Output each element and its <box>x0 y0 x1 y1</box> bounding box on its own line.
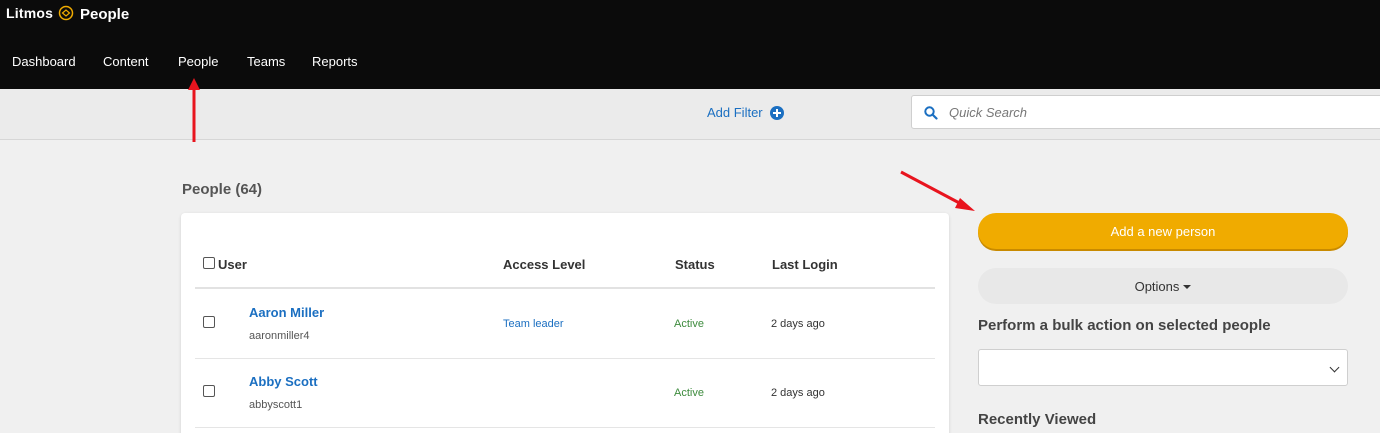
caret-down-icon <box>1183 285 1192 289</box>
brand-name: Litmos <box>6 5 54 21</box>
status-badge: Active <box>674 387 704 399</box>
bulk-action-title: Perform a bulk action on selected people <box>978 317 1271 334</box>
column-header-last-login[interactable]: Last Login <box>772 257 838 272</box>
options-dropdown[interactable]: Options <box>978 268 1348 304</box>
access-level-link[interactable]: Team leader <box>503 318 564 330</box>
header-divider <box>195 287 935 289</box>
litmos-logo-icon <box>58 5 74 21</box>
row-checkbox[interactable] <box>203 316 215 328</box>
filter-bar: Add Filter <box>0 89 1380 140</box>
row-checkbox[interactable] <box>203 385 215 397</box>
user-username: aaronmiller4 <box>249 330 310 342</box>
last-login: 2 days ago <box>771 318 825 330</box>
add-new-person-button[interactable]: Add a new person <box>978 213 1348 249</box>
nav-item-dashboard[interactable]: Dashboard <box>12 54 76 69</box>
row-divider <box>195 358 935 359</box>
user-username: abbyscott1 <box>249 399 303 411</box>
status-badge: Active <box>674 318 704 330</box>
quick-search <box>911 95 1380 129</box>
search-input[interactable] <box>949 96 1369 128</box>
page-title: People (64) <box>182 181 263 198</box>
nav-item-teams[interactable]: Teams <box>247 54 285 69</box>
options-label: Options <box>1134 278 1180 294</box>
add-filter-button[interactable]: Add Filter <box>707 105 784 120</box>
app-title: People <box>80 6 130 23</box>
search-icon[interactable] <box>924 106 938 120</box>
recently-viewed-title: Recently Viewed <box>978 411 1097 428</box>
last-login: 2 days ago <box>771 387 825 399</box>
add-filter-label: Add Filter <box>707 105 763 120</box>
brand[interactable]: Litmos <box>6 5 74 21</box>
nav-item-reports[interactable]: Reports <box>312 54 358 69</box>
nav-item-people[interactable]: People <box>178 54 218 69</box>
column-header-access-level[interactable]: Access Level <box>503 257 585 272</box>
column-header-status[interactable]: Status <box>675 257 715 272</box>
people-table: User Access Level Status Last Login Aaro… <box>181 213 949 433</box>
bulk-action-select[interactable] <box>978 349 1348 386</box>
select-all-checkbox[interactable] <box>203 257 215 269</box>
user-name-link[interactable]: Abby Scott <box>249 374 318 389</box>
annotation-arrow-add-person-icon <box>900 170 975 211</box>
plus-circle-icon <box>769 105 784 120</box>
top-bar: Litmos People Dashboard Content People T… <box>0 0 1380 89</box>
column-header-user[interactable]: User <box>218 257 247 272</box>
nav-item-content[interactable]: Content <box>103 54 149 69</box>
row-divider <box>195 427 935 428</box>
chevron-down-icon <box>1329 362 1340 373</box>
user-name-link[interactable]: Aaron Miller <box>249 305 324 320</box>
